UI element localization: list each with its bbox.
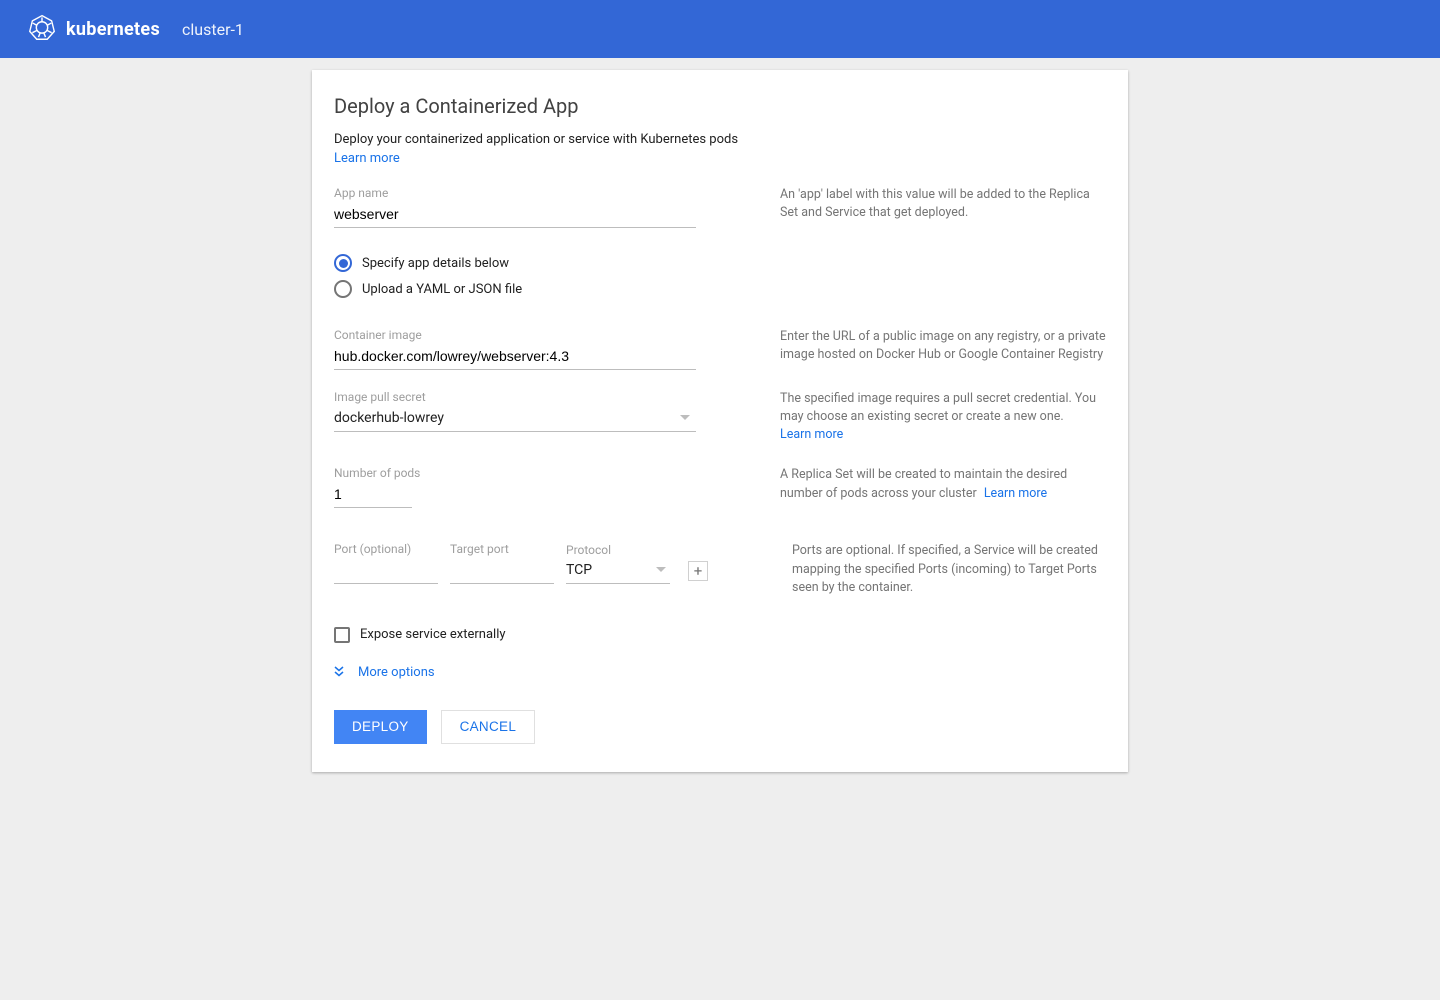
pull-secret-value: dockerhub-lowrey [334,410,444,426]
protocol-label: Protocol [566,543,670,557]
learn-more-link[interactable]: Learn more [334,151,400,166]
radio-specify-details[interactable]: Specify app details below [334,254,696,272]
pods-learn-more[interactable]: Learn more [984,486,1047,501]
app-name-input[interactable] [334,202,696,228]
pull-secret-learn-more[interactable]: Learn more [780,427,843,442]
port-input[interactable] [334,558,438,584]
target-port-input[interactable] [450,558,554,584]
action-row: DEPLOY CANCEL [334,710,1106,744]
page-title: Deploy a Containerized App [334,94,1106,118]
double-chevron-down-icon [334,666,344,678]
cluster-name[interactable]: cluster-1 [182,20,244,39]
expose-checkbox-row[interactable]: Expose service externally [334,627,1106,643]
pull-secret-help: The specified image requires a pull secr… [780,391,1096,424]
container-image-help: Enter the URL of a public image on any r… [780,328,1106,364]
pods-label: Number of pods [334,466,696,480]
radio-upload-file[interactable]: Upload a YAML or JSON file [334,280,696,298]
brand-name: kubernetes [66,19,160,40]
target-port-label: Target port [450,542,554,556]
container-image-label: Container image [334,328,696,342]
page-description: Deploy your containerized application or… [334,132,1106,147]
chevron-down-icon [680,415,690,420]
chevron-down-icon [656,567,666,572]
radio-upload-file-label: Upload a YAML or JSON file [362,282,522,297]
kubernetes-logo-icon [28,13,56,45]
protocol-value: TCP [566,562,592,578]
more-options-label: More options [358,665,435,680]
radio-icon [334,280,352,298]
pull-secret-select[interactable]: dockerhub-lowrey [334,406,696,432]
container-image-input[interactable] [334,344,696,370]
logo-block: kubernetes [28,13,160,45]
app-header: kubernetes cluster-1 [0,0,1440,58]
more-options-toggle[interactable]: More options [334,665,1106,680]
port-label: Port (optional) [334,542,438,556]
add-port-button[interactable]: + [688,561,708,581]
protocol-select[interactable]: TCP [566,559,670,584]
pods-input[interactable] [334,482,412,508]
app-name-label: App name [334,186,696,200]
radio-specify-details-label: Specify app details below [362,256,509,271]
radio-icon [334,254,352,272]
plus-icon: + [694,562,703,580]
cancel-button[interactable]: CANCEL [441,710,536,744]
app-name-help: An 'app' label with this value will be a… [780,186,1106,222]
ports-help: Ports are optional. If specified, a Serv… [792,542,1106,596]
checkbox-icon [334,627,350,643]
deploy-button[interactable]: DEPLOY [334,710,427,744]
deploy-card: Deploy a Containerized App Deploy your c… [312,70,1128,772]
pull-secret-label: Image pull secret [334,390,696,404]
expose-label: Expose service externally [360,627,506,642]
